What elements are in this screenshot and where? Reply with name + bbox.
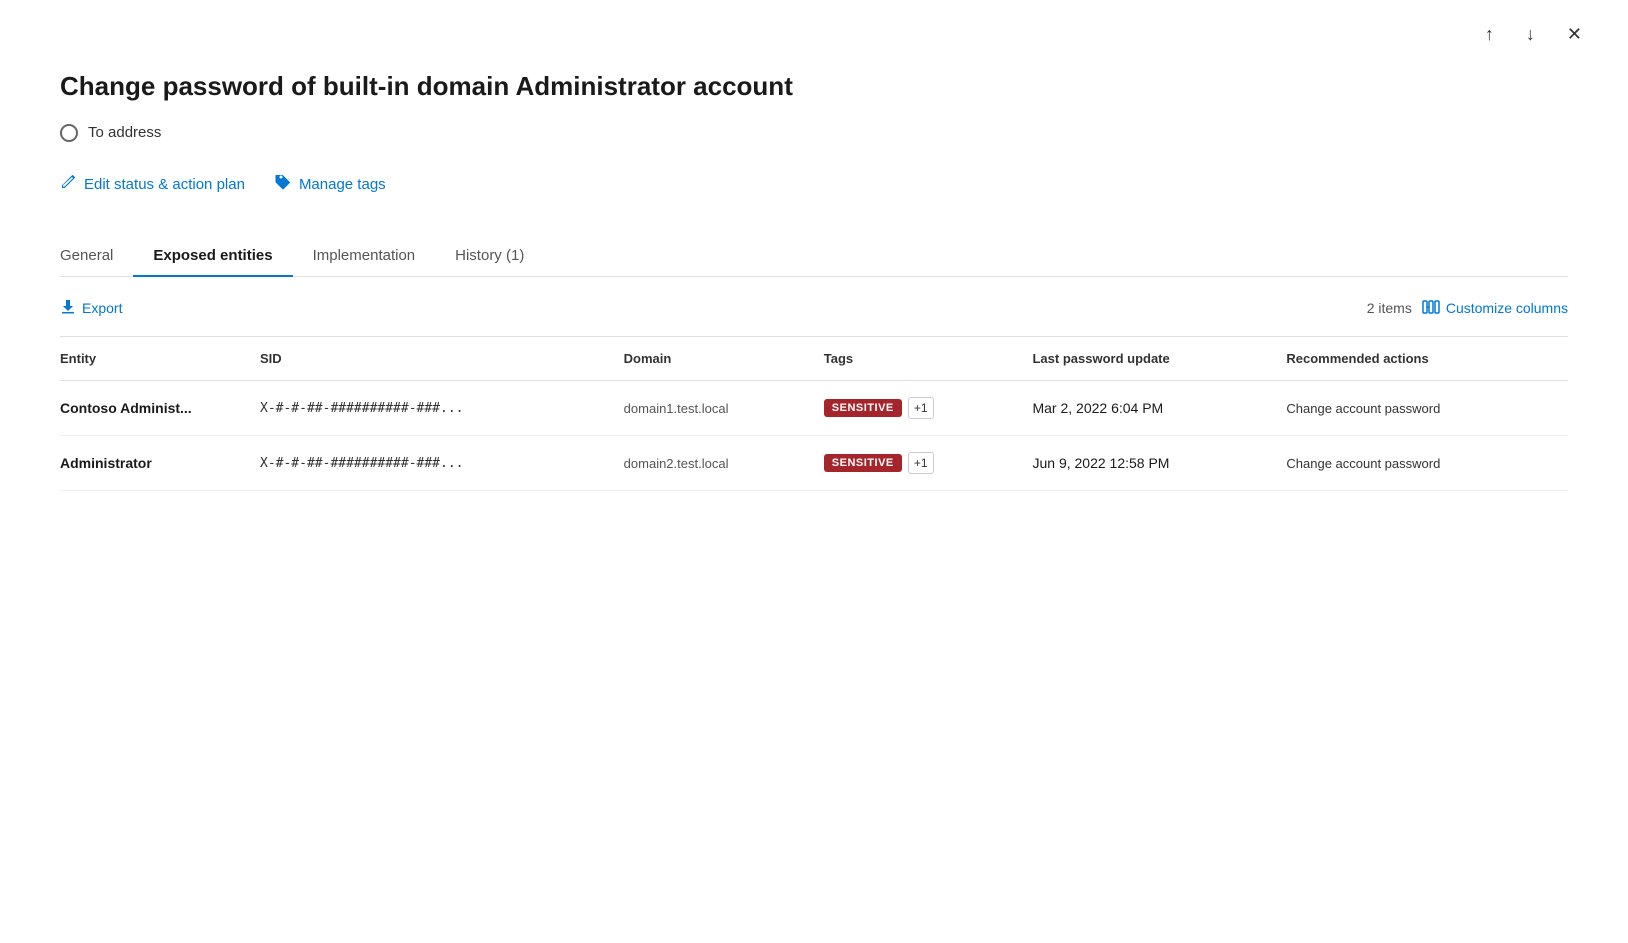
tab-history[interactable]: History (1)	[435, 235, 544, 276]
detail-panel: ↑ ↓ ✕ Change password of built-in domain…	[0, 0, 1628, 943]
col-entity: Entity	[60, 337, 260, 381]
table-row: Administrator X-#-#-##-##########-###...…	[60, 435, 1568, 490]
customize-columns-button[interactable]: Customize columns	[1422, 299, 1568, 318]
edit-status-button[interactable]: Edit status & action plan	[60, 170, 245, 199]
tag-overflow-badge[interactable]: +1	[908, 397, 934, 419]
down-arrow-icon: ↓	[1526, 24, 1535, 45]
close-button[interactable]: ✕	[1561, 20, 1588, 49]
close-icon: ✕	[1567, 24, 1582, 45]
export-button[interactable]: Export	[60, 295, 122, 322]
col-sid: SID	[260, 337, 624, 381]
tags-cell: SENSITIVE +1	[824, 452, 1017, 474]
entity-tags: SENSITIVE +1	[824, 380, 1033, 435]
col-last-password-update: Last password update	[1032, 337, 1286, 381]
tab-implementation[interactable]: Implementation	[293, 235, 436, 276]
pencil-icon	[60, 174, 76, 195]
customize-columns-label: Customize columns	[1446, 300, 1568, 316]
tags-cell: SENSITIVE +1	[824, 397, 1017, 419]
radio-circle-icon	[60, 124, 78, 142]
table-header-row: Entity SID Domain Tags Last password upd…	[60, 337, 1568, 381]
entity-recommended-actions: Change account password	[1286, 435, 1568, 490]
entity-domain: domain2.test.local	[624, 435, 824, 490]
entity-name[interactable]: Administrator	[60, 435, 260, 490]
top-controls: ↑ ↓ ✕	[1479, 20, 1588, 49]
toolbar-left: Export	[60, 295, 122, 322]
tag-icon	[275, 174, 291, 195]
tab-general[interactable]: General	[60, 235, 133, 276]
entity-name[interactable]: Contoso Administ...	[60, 380, 260, 435]
entities-table: Entity SID Domain Tags Last password upd…	[60, 337, 1568, 491]
tag-overflow-badge[interactable]: +1	[908, 452, 934, 474]
entity-last-password-update: Jun 9, 2022 12:58 PM	[1032, 435, 1286, 490]
items-count: 2 items	[1367, 300, 1412, 316]
sensitive-badge: SENSITIVE	[824, 399, 902, 417]
action-bar: Edit status & action plan Manage tags	[60, 170, 1568, 199]
export-icon	[60, 299, 76, 318]
export-label: Export	[82, 300, 122, 316]
tabs-container: General Exposed entities Implementation …	[60, 235, 1568, 277]
manage-tags-button[interactable]: Manage tags	[275, 170, 386, 199]
columns-icon	[1422, 299, 1440, 318]
sensitive-badge: SENSITIVE	[824, 454, 902, 472]
entity-last-password-update: Mar 2, 2022 6:04 PM	[1032, 380, 1286, 435]
to-address-label: To address	[88, 124, 161, 141]
navigate-up-button[interactable]: ↑	[1479, 20, 1500, 49]
panel-title: Change password of built-in domain Admin…	[60, 70, 1568, 104]
entity-recommended-actions: Change account password	[1286, 380, 1568, 435]
edit-status-label: Edit status & action plan	[84, 176, 245, 193]
entity-domain: domain1.test.local	[624, 380, 824, 435]
manage-tags-label: Manage tags	[299, 176, 386, 193]
to-address-row: To address	[60, 124, 1568, 142]
up-arrow-icon: ↑	[1485, 24, 1494, 45]
entity-sid: X-#-#-##-##########-###...	[260, 435, 624, 490]
navigate-down-button[interactable]: ↓	[1520, 20, 1541, 49]
entity-sid: X-#-#-##-##########-###...	[260, 380, 624, 435]
entity-tags: SENSITIVE +1	[824, 435, 1033, 490]
col-tags: Tags	[824, 337, 1033, 381]
tab-exposed-entities[interactable]: Exposed entities	[133, 235, 292, 276]
col-domain: Domain	[624, 337, 824, 381]
table-toolbar: Export 2 items Customize columns	[60, 277, 1568, 337]
toolbar-right: 2 items Customize columns	[1367, 299, 1568, 318]
table-row: Contoso Administ... X-#-#-##-##########-…	[60, 380, 1568, 435]
col-recommended-actions: Recommended actions	[1286, 337, 1568, 381]
